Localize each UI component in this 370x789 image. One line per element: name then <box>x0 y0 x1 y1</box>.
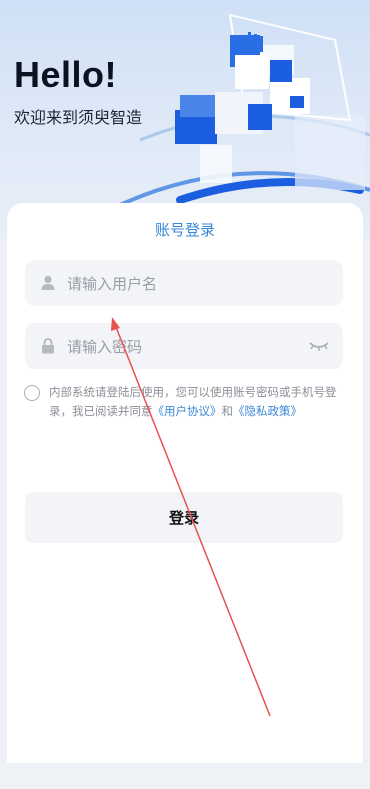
user-agreement-link[interactable]: 《用户协议》 <box>153 404 222 418</box>
agreement-checkbox[interactable] <box>24 385 40 401</box>
agreement-section: 内部系统请登陆后使用，您可以使用账号密码或手机号登录，我已阅读并同意《用户协议》… <box>24 383 346 421</box>
login-tab-title[interactable]: 账号登录 <box>7 219 363 240</box>
agreement-text: 内部系统请登陆后使用，您可以使用账号密码或手机号登录，我已阅读并同意《用户协议》… <box>49 383 346 421</box>
login-card: 账号登录 内部系统请登陆后使用，您可以使用账号密码或手机号登录，我已阅读并同意《… <box>7 203 363 763</box>
welcome-subtitle: 欢迎来到须臾智造 <box>14 108 143 127</box>
password-field[interactable] <box>25 323 343 371</box>
username-field[interactable] <box>25 260 343 308</box>
user-icon <box>41 275 55 290</box>
eye-closed-icon[interactable] <box>309 340 329 352</box>
username-input[interactable] <box>65 260 309 308</box>
password-input[interactable] <box>65 323 309 371</box>
greeting-heading: Hello! <box>14 54 118 95</box>
privacy-policy-link[interactable]: 《隐私政策》 <box>233 404 302 418</box>
lock-icon <box>42 338 54 354</box>
agreement-conjunction: 和 <box>221 404 234 418</box>
login-button[interactable]: 登录 <box>25 492 343 543</box>
